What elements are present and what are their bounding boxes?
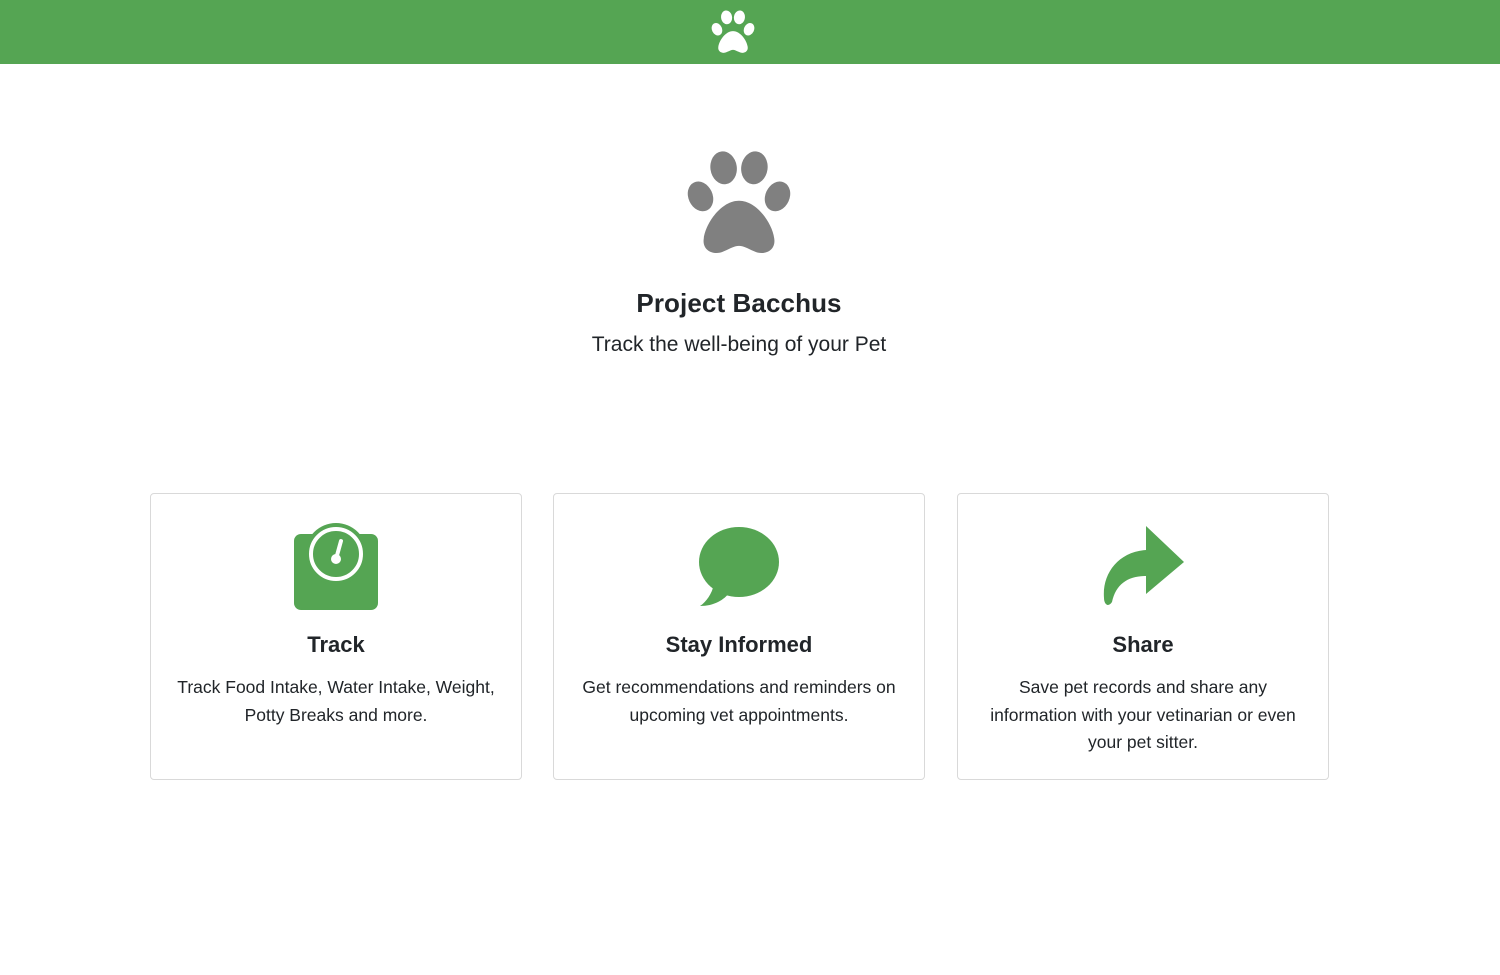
chat-bubble-icon bbox=[699, 527, 779, 606]
navbar-brand-link[interactable] bbox=[710, 10, 756, 54]
feature-description: Get recommendations and reminders on upc… bbox=[582, 677, 896, 725]
page-subtitle: Track the well-being of your Pet bbox=[591, 333, 887, 356]
paw-icon bbox=[687, 151, 791, 254]
top-navbar bbox=[0, 0, 1500, 64]
weight-scale-icon bbox=[294, 523, 378, 610]
feature-title: Track bbox=[307, 632, 365, 657]
feature-card-track: Track Track Food Intake, Water Intake, W… bbox=[150, 493, 522, 780]
feature-card-stay-informed: Stay Informed Get recommendations and re… bbox=[553, 493, 925, 780]
page-title: Project Bacchus bbox=[636, 288, 842, 318]
paw-icon bbox=[711, 10, 755, 53]
feature-description: Track Food Intake, Water Intake, Weight,… bbox=[177, 677, 495, 725]
feature-title: Share bbox=[1112, 632, 1174, 657]
share-arrow-icon bbox=[1103, 526, 1184, 605]
feature-title: Stay Informed bbox=[665, 632, 813, 657]
hero-section: Project Bacchus Track the well-being of … bbox=[0, 150, 1478, 357]
feature-card-share: Share Save pet records and share any inf… bbox=[957, 493, 1329, 780]
feature-description: Save pet records and share any informati… bbox=[990, 677, 1296, 752]
